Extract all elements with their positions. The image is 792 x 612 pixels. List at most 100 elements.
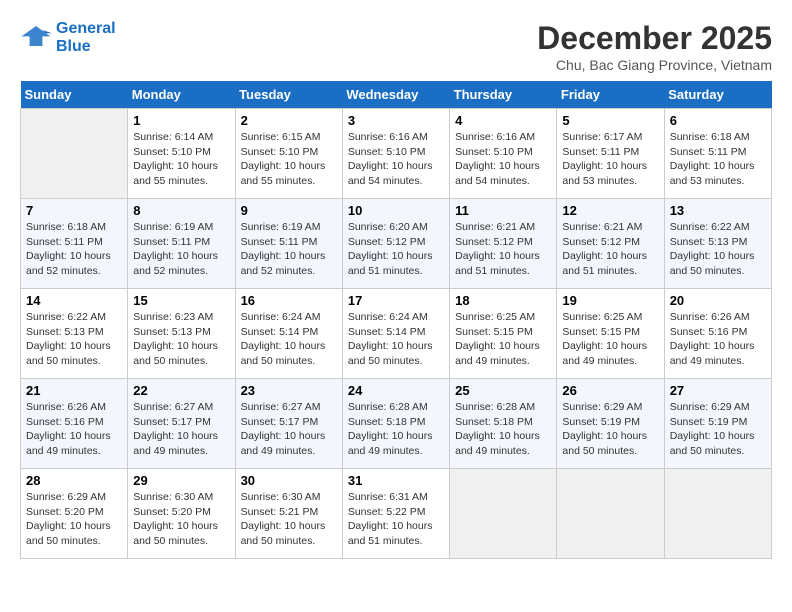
day-info: Sunrise: 6:24 AMSunset: 5:14 PMDaylight:…: [241, 310, 337, 369]
day-info: Sunrise: 6:14 AMSunset: 5:10 PMDaylight:…: [133, 130, 229, 189]
day-info: Sunrise: 6:24 AMSunset: 5:14 PMDaylight:…: [348, 310, 444, 369]
page-header: General Blue December 2025 Chu, Bac Gian…: [20, 20, 772, 73]
day-number: 25: [455, 383, 551, 398]
day-number: 27: [670, 383, 766, 398]
calendar-day-cell: 10Sunrise: 6:20 AMSunset: 5:12 PMDayligh…: [342, 199, 449, 289]
day-number: 18: [455, 293, 551, 308]
weekday-header-cell: Tuesday: [235, 81, 342, 109]
day-number: 17: [348, 293, 444, 308]
calendar-day-cell: 29Sunrise: 6:30 AMSunset: 5:20 PMDayligh…: [128, 469, 235, 559]
calendar-day-cell: 4Sunrise: 6:16 AMSunset: 5:10 PMDaylight…: [450, 109, 557, 199]
calendar-day-cell: 22Sunrise: 6:27 AMSunset: 5:17 PMDayligh…: [128, 379, 235, 469]
calendar-day-cell: 17 Sunrise: 6:24 AMSunset: 5:14 PMDayligh…: [342, 289, 449, 379]
weekday-header-cell: Wednesday: [342, 81, 449, 109]
calendar-table: SundayMondayTuesdayWednesdayThursdayFrid…: [20, 81, 772, 559]
calendar-day-cell: 25 Sunrise: 6:28 AMSunset: 5:18 PMDayligh…: [450, 379, 557, 469]
day-number: 31: [348, 473, 444, 488]
day-info: Sunrise: 6:21 AMSunset: 5:12 PMDaylight:…: [562, 220, 658, 279]
logo-text: General Blue: [56, 20, 116, 56]
calendar-day-cell: 3 Sunrise: 6:16 AMSunset: 5:10 PMDaylight…: [342, 109, 449, 199]
calendar-week-row: 1 Sunrise: 6:14 AMSunset: 5:10 PMDaylight…: [21, 109, 772, 199]
day-info: Sunrise: 6:31 AMSunset: 5:22 PMDaylight:…: [348, 490, 444, 549]
day-number: 1: [133, 113, 229, 128]
day-info: Sunrise: 6:20 AMSunset: 5:12 PMDaylight:…: [348, 220, 444, 279]
calendar-day-cell: 28 Sunrise: 6:29 AMSunset: 5:20 PMDayligh…: [21, 469, 128, 559]
day-info: Sunrise: 6:22 AMSunset: 5:13 PMDaylight:…: [670, 220, 766, 279]
day-number: 26: [562, 383, 658, 398]
day-info: Sunrise: 6:29 AMSunset: 5:19 PMDaylight:…: [562, 400, 658, 459]
day-info: Sunrise: 6:18 AMSunset: 5:11 PMDaylight:…: [670, 130, 766, 189]
weekday-header-cell: Saturday: [664, 81, 771, 109]
calendar-body: 1 Sunrise: 6:14 AMSunset: 5:10 PMDaylight…: [21, 109, 772, 559]
calendar-day-cell: 16 Sunrise: 6:24 AMSunset: 5:14 PMDayligh…: [235, 289, 342, 379]
day-number: 7: [26, 203, 122, 218]
day-number: 9: [241, 203, 337, 218]
day-number: 19: [562, 293, 658, 308]
calendar-day-cell: 8 Sunrise: 6:19 AMSunset: 5:11 PMDaylight…: [128, 199, 235, 289]
day-number: 16: [241, 293, 337, 308]
calendar-day-cell: [557, 469, 664, 559]
day-number: 21: [26, 383, 122, 398]
calendar-day-cell: 19 Sunrise: 6:25 AMSunset: 5:15 PMDayligh…: [557, 289, 664, 379]
calendar-week-row: 7 Sunrise: 6:18 AMSunset: 5:11 PMDaylight…: [21, 199, 772, 289]
day-info: Sunrise: 6:19 AMSunset: 5:11 PMDaylight:…: [241, 220, 337, 279]
day-info: Sunrise: 6:27 AMSunset: 5:17 PMDaylight:…: [241, 400, 337, 459]
calendar-week-row: 14Sunrise: 6:22 AMSunset: 5:13 PMDayligh…: [21, 289, 772, 379]
day-number: 8: [133, 203, 229, 218]
location-subtitle: Chu, Bac Giang Province, Vietnam: [537, 57, 772, 73]
calendar-day-cell: 31 Sunrise: 6:31 AMSunset: 5:22 PMDayligh…: [342, 469, 449, 559]
day-number: 23: [241, 383, 337, 398]
calendar-day-cell: 5 Sunrise: 6:17 AMSunset: 5:11 PMDaylight…: [557, 109, 664, 199]
calendar-day-cell: [450, 469, 557, 559]
calendar-day-cell: 24 Sunrise: 6:28 AMSunset: 5:18 PMDayligh…: [342, 379, 449, 469]
calendar-day-cell: 2 Sunrise: 6:15 AMSunset: 5:10 PMDaylight…: [235, 109, 342, 199]
day-number: 3: [348, 113, 444, 128]
day-info: Sunrise: 6:29 AMSunset: 5:20 PMDaylight:…: [26, 490, 122, 549]
day-info: Sunrise: 6:27 AMSunset: 5:17 PMDaylight:…: [133, 400, 229, 459]
day-number: 11: [455, 203, 551, 218]
calendar-week-row: 21Sunrise: 6:26 AMSunset: 5:16 PMDayligh…: [21, 379, 772, 469]
calendar-day-cell: 9 Sunrise: 6:19 AMSunset: 5:11 PMDaylight…: [235, 199, 342, 289]
logo-icon: [20, 22, 52, 54]
day-number: 24: [348, 383, 444, 398]
day-number: 12: [562, 203, 658, 218]
day-info: Sunrise: 6:25 AMSunset: 5:15 PMDaylight:…: [562, 310, 658, 369]
calendar-day-cell: [21, 109, 128, 199]
day-number: 5: [562, 113, 658, 128]
calendar-day-cell: 1 Sunrise: 6:14 AMSunset: 5:10 PMDaylight…: [128, 109, 235, 199]
weekday-header-cell: Sunday: [21, 81, 128, 109]
day-info: Sunrise: 6:28 AMSunset: 5:18 PMDaylight:…: [348, 400, 444, 459]
day-info: Sunrise: 6:15 AMSunset: 5:10 PMDaylight:…: [241, 130, 337, 189]
day-number: 15: [133, 293, 229, 308]
day-info: Sunrise: 6:26 AMSunset: 5:16 PMDaylight:…: [670, 310, 766, 369]
calendar-day-cell: 12 Sunrise: 6:21 AMSunset: 5:12 PMDayligh…: [557, 199, 664, 289]
calendar-day-cell: 20 Sunrise: 6:26 AMSunset: 5:16 PMDayligh…: [664, 289, 771, 379]
title-area: December 2025 Chu, Bac Giang Province, V…: [537, 20, 772, 73]
calendar-day-cell: 27Sunrise: 6:29 AMSunset: 5:19 PMDayligh…: [664, 379, 771, 469]
day-info: Sunrise: 6:17 AMSunset: 5:11 PMDaylight:…: [562, 130, 658, 189]
day-info: Sunrise: 6:28 AMSunset: 5:18 PMDaylight:…: [455, 400, 551, 459]
day-info: Sunrise: 6:25 AMSunset: 5:15 PMDaylight:…: [455, 310, 551, 369]
weekday-header-cell: Monday: [128, 81, 235, 109]
calendar-day-cell: 26 Sunrise: 6:29 AMSunset: 5:19 PMDayligh…: [557, 379, 664, 469]
logo: General Blue: [20, 20, 116, 56]
calendar-day-cell: [664, 469, 771, 559]
day-info: Sunrise: 6:19 AMSunset: 5:11 PMDaylight:…: [133, 220, 229, 279]
day-number: 20: [670, 293, 766, 308]
calendar-day-cell: 7 Sunrise: 6:18 AMSunset: 5:11 PMDaylight…: [21, 199, 128, 289]
day-number: 13: [670, 203, 766, 218]
day-info: Sunrise: 6:16 AMSunset: 5:10 PMDaylight:…: [348, 130, 444, 189]
calendar-day-cell: 13 Sunrise: 6:22 AMSunset: 5:13 PMDayligh…: [664, 199, 771, 289]
weekday-header-row: SundayMondayTuesdayWednesdayThursdayFrid…: [21, 81, 772, 109]
day-number: 14: [26, 293, 122, 308]
calendar-day-cell: 6Sunrise: 6:18 AMSunset: 5:11 PMDaylight…: [664, 109, 771, 199]
day-info: Sunrise: 6:21 AMSunset: 5:12 PMDaylight:…: [455, 220, 551, 279]
calendar-day-cell: 11 Sunrise: 6:21 AMSunset: 5:12 PMDayligh…: [450, 199, 557, 289]
day-info: Sunrise: 6:23 AMSunset: 5:13 PMDaylight:…: [133, 310, 229, 369]
weekday-header-cell: Friday: [557, 81, 664, 109]
day-number: 28: [26, 473, 122, 488]
day-number: 2: [241, 113, 337, 128]
calendar-day-cell: 30Sunrise: 6:30 AMSunset: 5:21 PMDayligh…: [235, 469, 342, 559]
day-info: Sunrise: 6:18 AMSunset: 5:11 PMDaylight:…: [26, 220, 122, 279]
day-number: 29: [133, 473, 229, 488]
